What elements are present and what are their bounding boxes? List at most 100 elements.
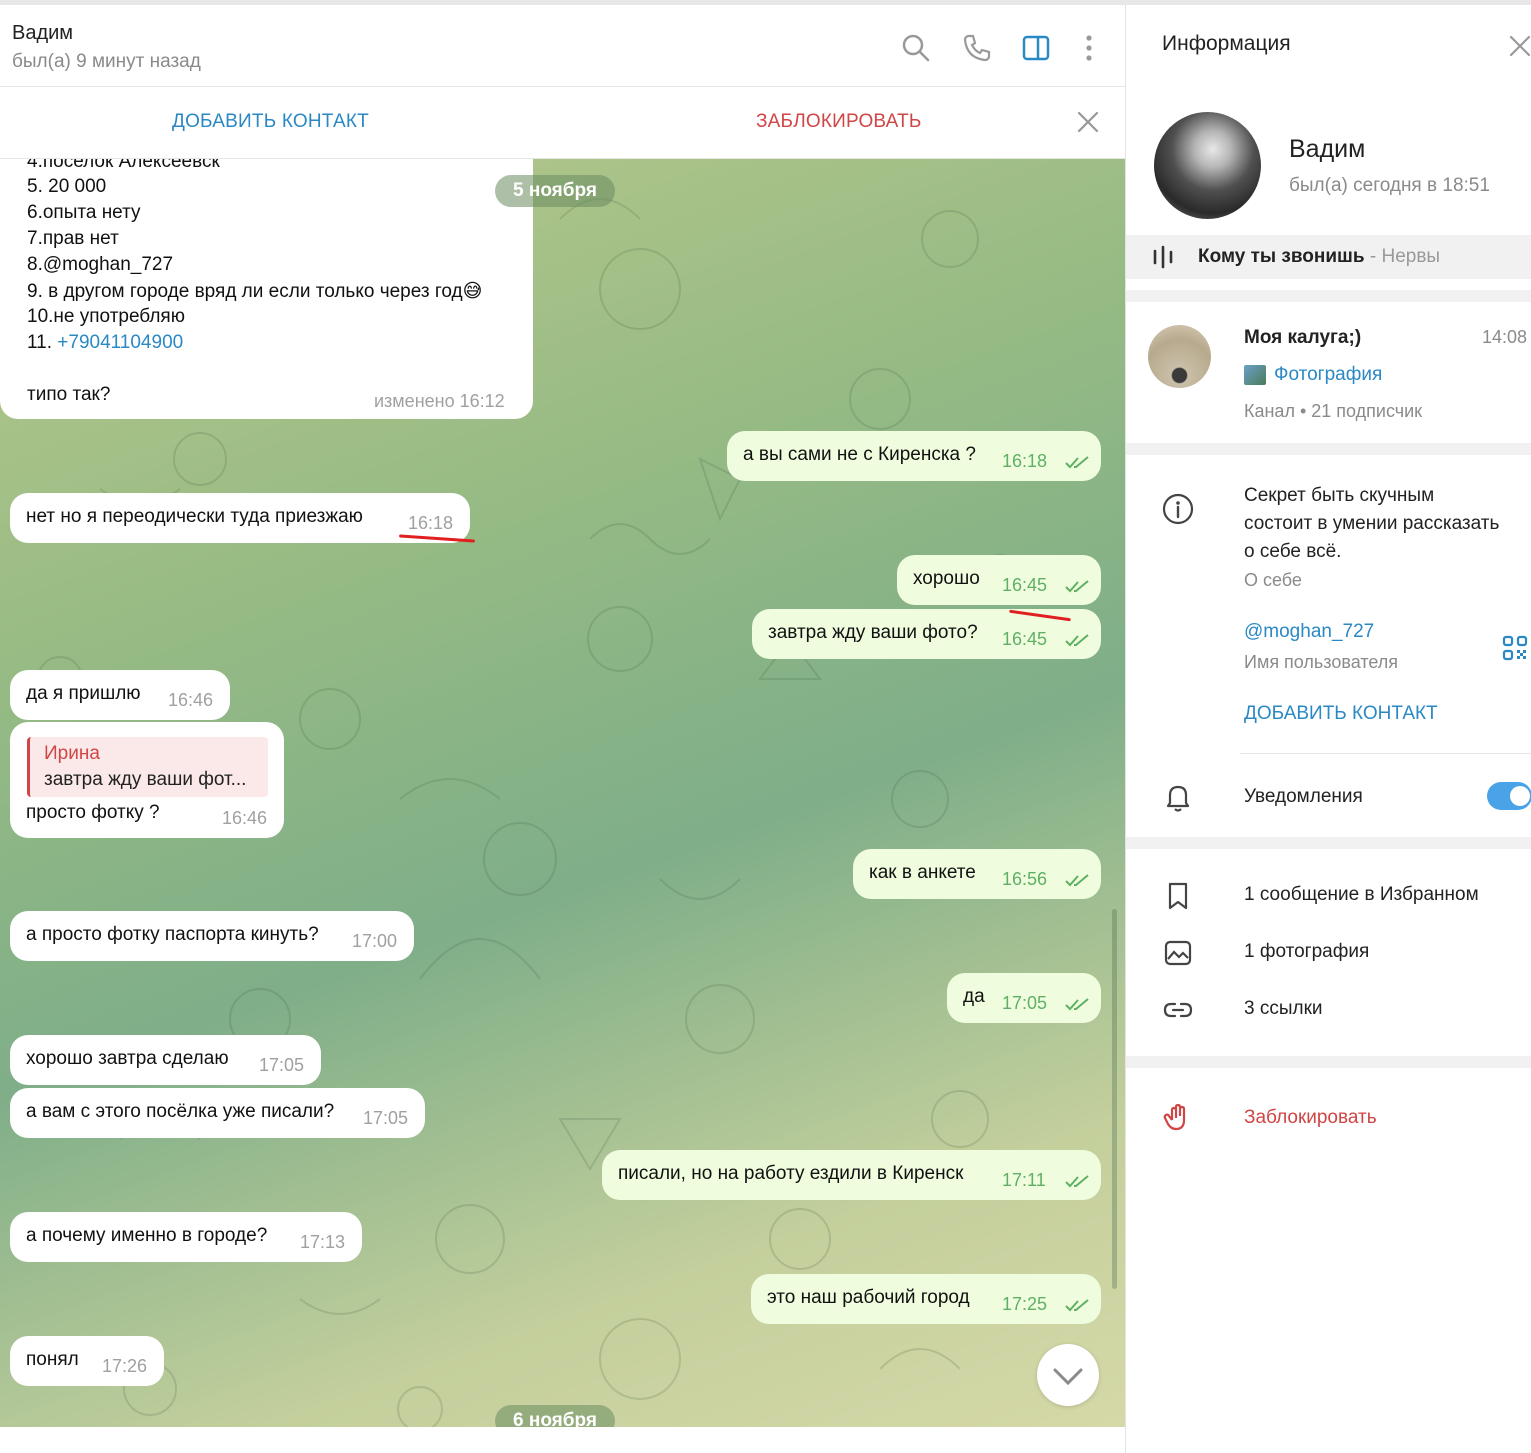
saved-messages-row[interactable]: 1 сообщение в Избранном bbox=[1244, 884, 1479, 906]
message-time: 17:26 bbox=[102, 1356, 148, 1376]
read-checks-icon bbox=[1065, 456, 1089, 469]
profile-name: Вадим bbox=[1289, 135, 1366, 163]
message-time: 16:46 bbox=[168, 690, 214, 710]
section-divider bbox=[1126, 443, 1531, 455]
profile-status: был(а) сегодня в 18:51 bbox=[1289, 175, 1490, 196]
phone-icon[interactable] bbox=[962, 33, 992, 63]
read-checks-icon bbox=[1065, 580, 1089, 593]
message-line: 6.опыта нету bbox=[27, 202, 141, 223]
read-checks-icon bbox=[1065, 1299, 1089, 1312]
profile-music-bar[interactable]: Кому ты звонишь - Нервы bbox=[1126, 235, 1531, 279]
message-bubble-incoming[interactable]: а просто фотку паспорта кинуть? 17:00 bbox=[10, 911, 414, 961]
profile-avatar[interactable] bbox=[1154, 112, 1261, 219]
sidebar-toggle-icon[interactable] bbox=[1021, 33, 1051, 63]
message-bubble-incoming-long[interactable]: 4.поселок Алексеевск 5. 20 000 6.опыта н… bbox=[0, 159, 533, 419]
music-title: Кому ты звонишь bbox=[1198, 246, 1365, 267]
message-bubble-outgoing[interactable]: а вы сами не с Киренска ? 16:18 bbox=[727, 431, 1101, 481]
bio-text: Секрет быть скучным состоит в умении рас… bbox=[1244, 485, 1500, 562]
reply-quote[interactable]: Ирина завтра жду ваши фот... bbox=[27, 737, 268, 797]
message-bubble-incoming[interactable]: да я пришлю 16:46 bbox=[10, 670, 230, 720]
close-icon[interactable] bbox=[1506, 32, 1531, 60]
add-contact-button[interactable]: ДОБАВИТЬ КОНТАКТ bbox=[172, 111, 369, 133]
message-bubble-outgoing[interactable]: это наш рабочий город 17:25 bbox=[751, 1274, 1101, 1324]
message-text: а вы сами не с Киренска ? bbox=[743, 444, 976, 465]
channel-name[interactable]: Моя калуга;) bbox=[1244, 327, 1361, 349]
message-bubble-outgoing[interactable]: как в анкете 16:56 bbox=[853, 849, 1101, 899]
message-time: 16:18 bbox=[1002, 451, 1048, 471]
message-time: 17:05 bbox=[259, 1055, 305, 1075]
read-checks-icon bbox=[1065, 634, 1089, 647]
message-text: да bbox=[963, 986, 985, 1007]
block-user-link[interactable]: Заблокировать bbox=[1244, 1107, 1377, 1129]
message-bubble-incoming-reply[interactable]: Ирина завтра жду ваши фот... просто фотк… bbox=[10, 722, 284, 838]
username-label: Имя пользователя bbox=[1244, 652, 1399, 672]
message-time: 17:00 bbox=[352, 931, 398, 951]
message-bubble-incoming[interactable]: а вам с этого посёлка уже писали? 17:05 bbox=[10, 1088, 425, 1138]
message-line: 10.не употребляю bbox=[27, 306, 185, 327]
message-bubble-incoming[interactable]: хорошо завтра сделаю 17:05 bbox=[10, 1035, 321, 1085]
bio-label: О себе bbox=[1244, 570, 1302, 590]
channel-avatar[interactable] bbox=[1148, 325, 1211, 388]
links-row[interactable]: 3 ссылки bbox=[1244, 998, 1323, 1020]
message-list[interactable]: 4.поселок Алексеевск 5. 20 000 6.опыта н… bbox=[0, 159, 1125, 1453]
message-bubble-outgoing[interactable]: хорошо 16:45 bbox=[897, 555, 1101, 605]
search-icon[interactable] bbox=[901, 33, 931, 63]
message-bubble-incoming[interactable]: а почему именно в городе? 17:13 bbox=[10, 1212, 362, 1262]
reply-text: завтра жду ваши фот... bbox=[44, 769, 247, 790]
read-checks-icon bbox=[1065, 1175, 1089, 1188]
chat-title[interactable]: Вадим bbox=[12, 22, 73, 45]
photo-icon bbox=[1164, 940, 1192, 966]
message-time: 17:25 bbox=[1002, 1294, 1048, 1314]
music-separator: - bbox=[1364, 246, 1382, 267]
photo-thumbnail-icon bbox=[1244, 365, 1266, 385]
composer-bar[interactable] bbox=[0, 1427, 1125, 1453]
message-text: писали, но на работу ездили в Киренск bbox=[618, 1163, 964, 1184]
message-line: 7.прав нет bbox=[27, 228, 119, 249]
chat-header[interactable]: Вадим был(а) 9 минут назад bbox=[0, 5, 1125, 87]
notifications-toggle[interactable] bbox=[1487, 782, 1531, 810]
message-line: 8.@moghan_727 bbox=[27, 254, 174, 275]
message-time: 17:05 bbox=[1002, 993, 1048, 1013]
message-text: нет но я переодически туда приезжаю bbox=[26, 506, 363, 527]
music-artist: Нервы bbox=[1381, 246, 1441, 267]
photos-row[interactable]: 1 фотография bbox=[1244, 941, 1369, 963]
message-text: это наш рабочий город bbox=[767, 1287, 970, 1308]
phone-link[interactable]: +79041104900 bbox=[57, 332, 183, 353]
message-edited-time: изменено 16:12 bbox=[374, 391, 505, 411]
message-bubble-outgoing[interactable]: да 17:05 bbox=[947, 973, 1101, 1023]
username-link[interactable]: @moghan_727 bbox=[1244, 621, 1374, 643]
message-text: просто фотку ? bbox=[26, 802, 160, 823]
message-text: а просто фотку паспорта кинуть? bbox=[26, 924, 319, 945]
channel-subscribers: Канал • 21 подписчик bbox=[1244, 401, 1423, 421]
bell-icon bbox=[1166, 785, 1190, 812]
more-icon[interactable] bbox=[1074, 33, 1104, 63]
add-contact-link[interactable]: ДОБАВИТЬ КОНТАКТ bbox=[1244, 703, 1438, 725]
channel-last-post: Фотография bbox=[1274, 364, 1383, 385]
link-icon bbox=[1163, 1002, 1193, 1018]
chat-column: 4.поселок Алексеевск 5. 20 000 6.опыта н… bbox=[0, 0, 1125, 1453]
info-icon bbox=[1162, 493, 1194, 525]
block-hand-icon bbox=[1163, 1103, 1186, 1131]
scrollbar[interactable] bbox=[1112, 909, 1117, 1289]
scroll-to-bottom-button[interactable] bbox=[1037, 1344, 1099, 1406]
message-bubble-outgoing[interactable]: писали, но на работу ездили в Киренск 17… bbox=[602, 1150, 1101, 1200]
reply-author: Ирина bbox=[44, 743, 100, 764]
message-line-phone: 11. +79041104900 bbox=[27, 332, 183, 354]
message-time: 16:46 bbox=[222, 808, 268, 828]
message-text: а почему именно в городе? bbox=[26, 1225, 268, 1246]
message-bubble-incoming[interactable]: понял 17:26 bbox=[10, 1336, 164, 1386]
section-divider bbox=[1126, 837, 1531, 849]
close-icon[interactable] bbox=[1074, 108, 1102, 136]
block-button[interactable]: ЗАБЛОКИРОВАТЬ bbox=[756, 111, 922, 133]
read-checks-icon bbox=[1065, 874, 1089, 887]
notifications-label: Уведомления bbox=[1244, 786, 1363, 807]
message-text: хорошо завтра сделаю bbox=[26, 1048, 229, 1069]
chat-status: был(а) 9 минут назад bbox=[12, 51, 201, 72]
channel-time: 14:08 bbox=[1482, 327, 1528, 347]
message-text: завтра жду ваши фото? bbox=[768, 622, 978, 643]
chevron-down-icon bbox=[1053, 1368, 1083, 1386]
qr-code-icon[interactable] bbox=[1502, 635, 1528, 661]
message-line: 5. 20 000 bbox=[27, 176, 107, 197]
message-line: 9. в другом городе вряд ли если только ч… bbox=[27, 281, 483, 302]
section-divider bbox=[1126, 290, 1531, 302]
